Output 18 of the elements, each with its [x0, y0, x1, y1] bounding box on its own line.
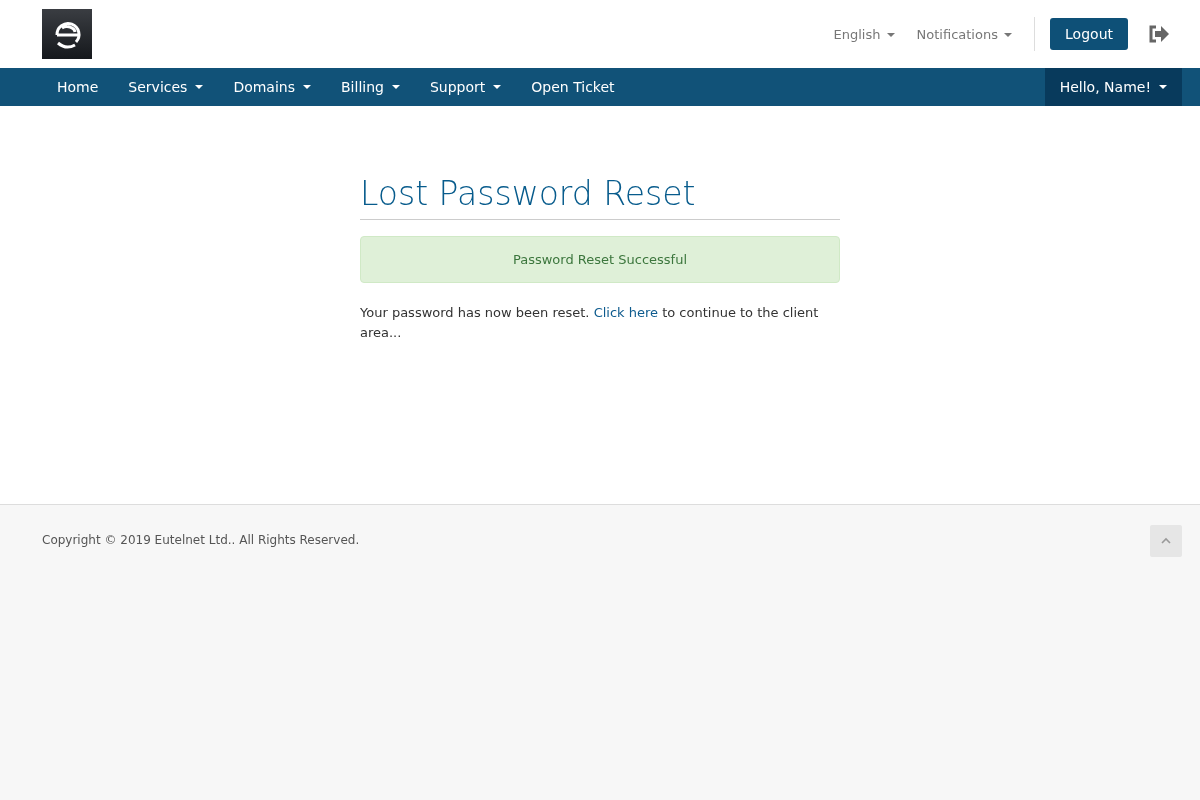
copyright-text: Copyright © 2019 Eutelnet Ltd.. All Rights Reserved. [42, 533, 360, 547]
nav-item[interactable]: Services [113, 68, 219, 106]
nav-item[interactable]: Billing [326, 68, 415, 106]
nav-item[interactable]: Open Ticket [516, 68, 630, 106]
logout-button[interactable]: Logout [1050, 18, 1128, 50]
notifications-dropdown[interactable]: Notifications [916, 26, 1013, 42]
chevron-up-icon [1160, 537, 1172, 545]
logo-icon[interactable] [42, 9, 92, 59]
reset-message: Your password has now been reset. Click here to continue to the client area... [360, 304, 820, 342]
success-alert: Password Reset Successful [360, 236, 840, 283]
language-dropdown[interactable]: English [833, 26, 895, 42]
nav-item[interactable]: Support [414, 68, 517, 106]
page-title: Lost Password Reset [360, 174, 840, 220]
nav-item[interactable]: Home [42, 68, 114, 106]
user-menu[interactable]: Hello, Name! [1044, 68, 1182, 106]
client-area-link[interactable]: Click here [593, 305, 659, 320]
nav-item[interactable]: Domains [218, 68, 326, 106]
logout-icon[interactable] [1148, 25, 1170, 43]
